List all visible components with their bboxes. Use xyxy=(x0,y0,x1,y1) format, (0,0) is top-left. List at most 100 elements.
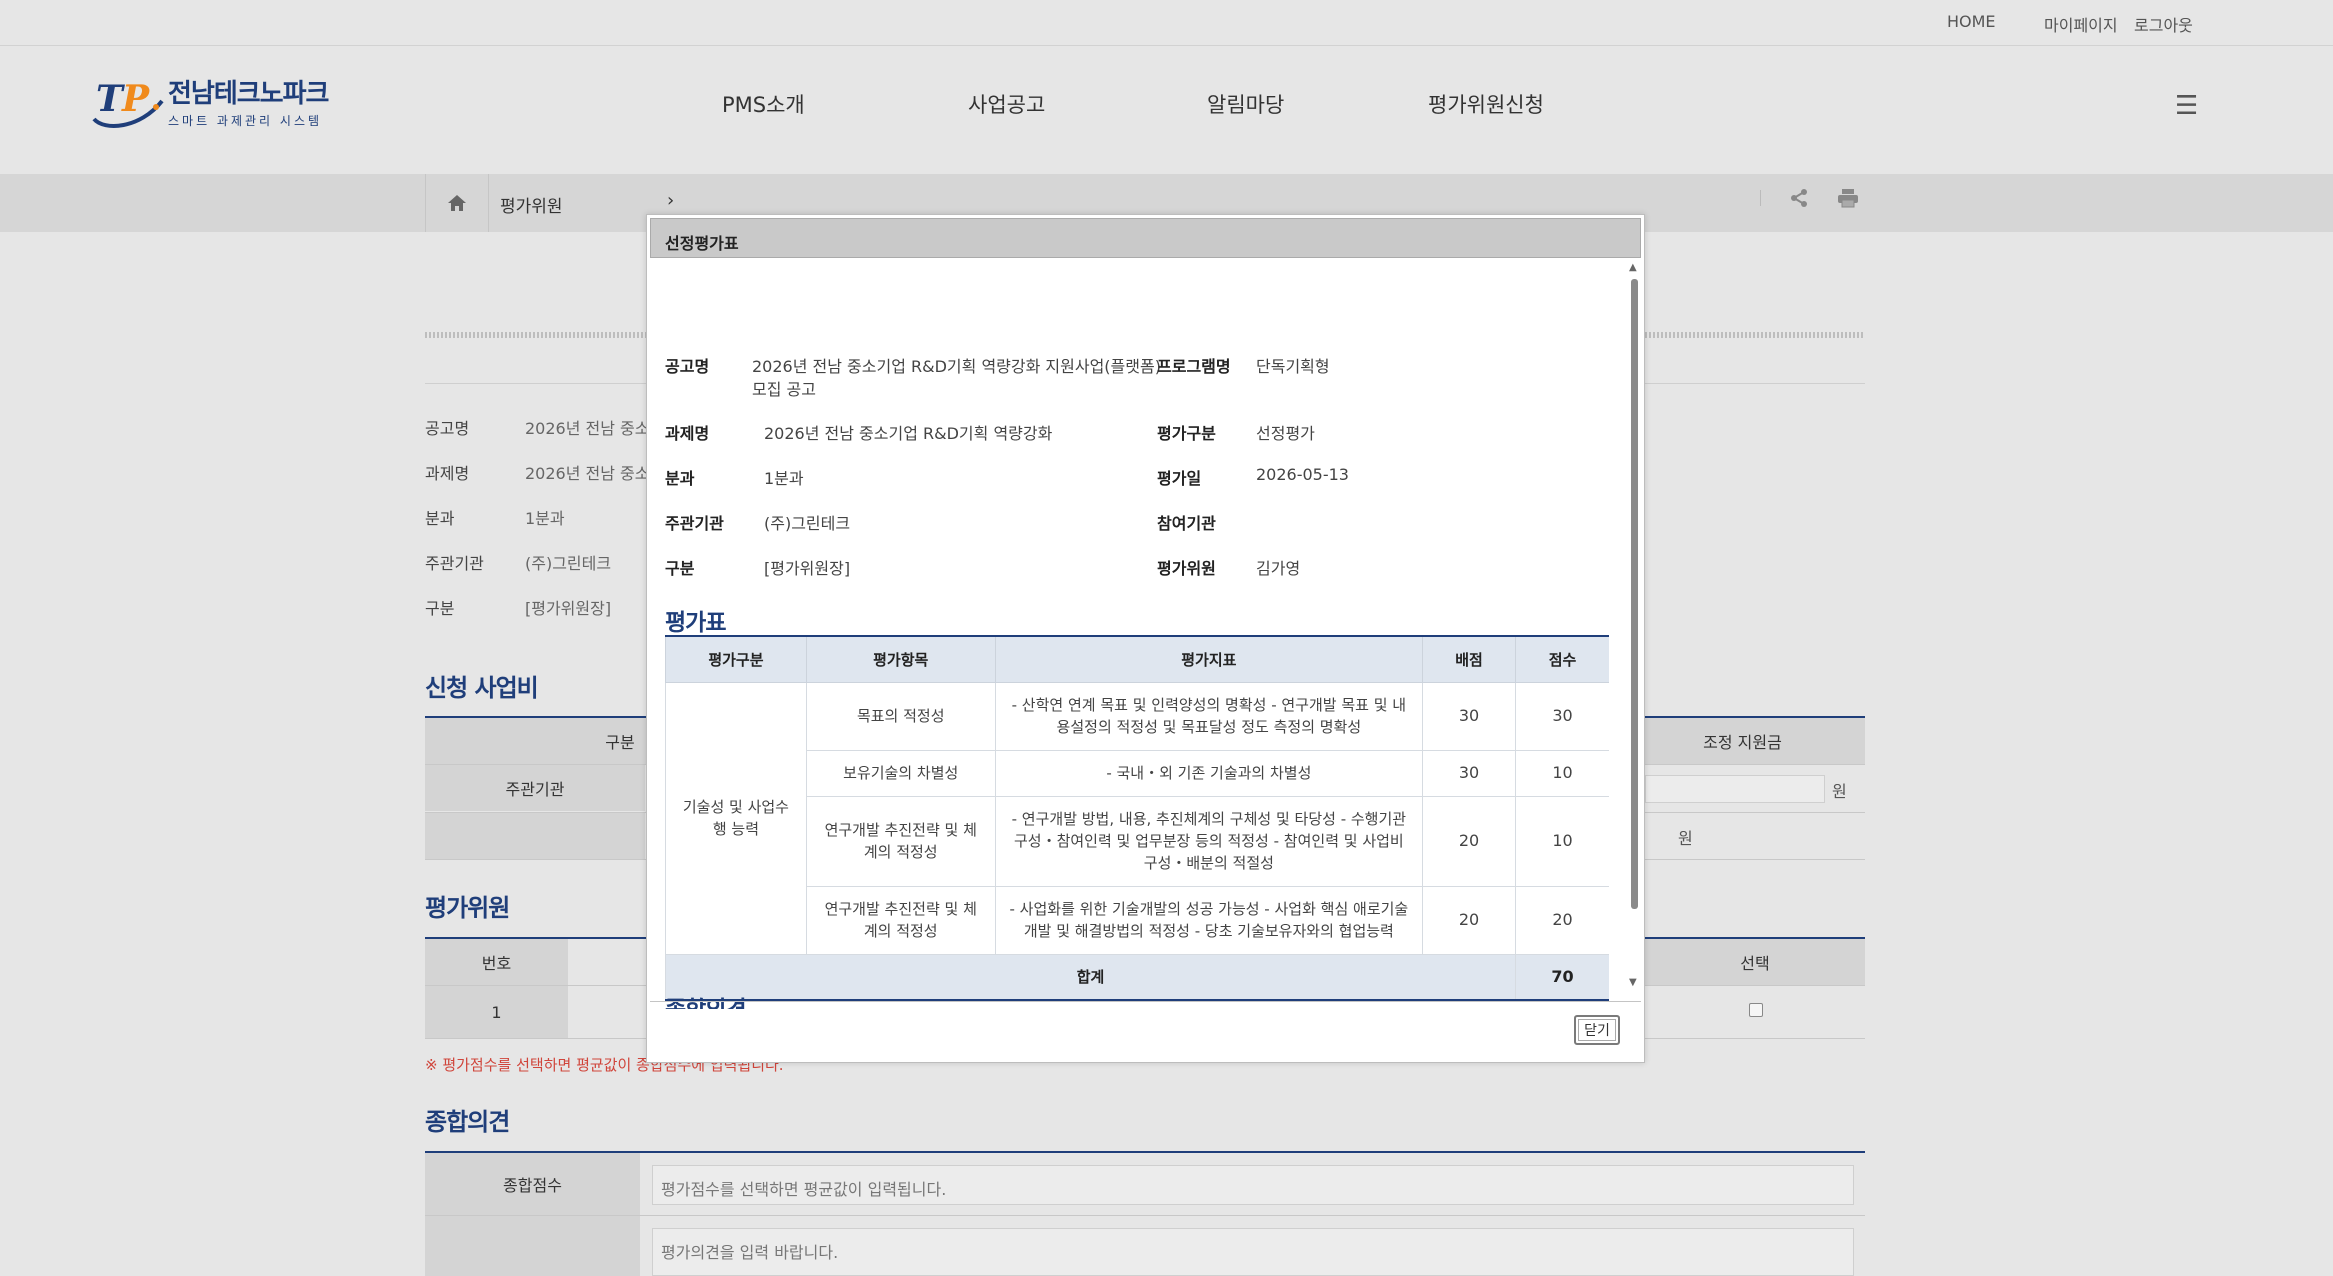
breadcrumb-current[interactable]: 평가위원 xyxy=(500,192,563,217)
close-button[interactable]: 닫기 xyxy=(1574,1015,1620,1045)
m-evaluator-label: 평가위원 xyxy=(1157,559,1216,578)
m-leadorg-label: 주관기관 xyxy=(665,514,724,533)
budget-head-adjusted: 조정 지원금 xyxy=(1620,718,1865,764)
th-eval-category: 평가구분 xyxy=(665,635,807,683)
home-link[interactable]: HOME xyxy=(1947,12,1996,31)
budget-row-total xyxy=(425,813,645,859)
score-cell[interactable]: 10 xyxy=(1515,749,1609,797)
table-row: 연구개발 추진전략 및 체계의 적정성 - 연구개발 방법, 내용, 추진체계의… xyxy=(666,795,1609,887)
adjusted-amount-input[interactable] xyxy=(1645,775,1825,803)
m-leadorg-value: (주)그린테크 xyxy=(764,514,851,533)
eval-indicator-cell: - 국내・외 기존 기술과의 차별성 xyxy=(994,749,1424,797)
scroll-up-arrow-icon[interactable]: ▲ xyxy=(1629,262,1637,273)
modal-body[interactable]: 공고명 2026년 전남 중소기업 R&D기획 역량강화 지원사업(플랫폼) 모… xyxy=(665,263,1609,1009)
committee-head-no: 번호 xyxy=(425,939,568,985)
m-evaldate-label: 평가일 xyxy=(1157,469,1202,488)
modal-scrollbar-thumb[interactable] xyxy=(1631,279,1638,909)
site-logo[interactable]: T P 전남테크노파크 스마트 과제관리 시스템 xyxy=(90,73,330,133)
evaluation-modal: 선정평가표 공고명 2026년 전남 중소기업 R&D기획 역량강화 지원사업(… xyxy=(646,214,1645,1063)
m-partner-label: 참여기관 xyxy=(1157,514,1216,533)
th-max-score: 배점 xyxy=(1422,635,1517,683)
nav-evaluator-apply[interactable]: 평가위원신청 xyxy=(1428,89,1544,119)
site-header: T P 전남테크노파크 스마트 과제관리 시스템 PMS소개 사업공고 알림마당… xyxy=(0,47,2333,174)
nav-business-notice[interactable]: 사업공고 xyxy=(968,89,1045,119)
m-project-value: 2026년 전남 중소기업 R&D기획 역량강화 xyxy=(764,424,1053,443)
m-project-label: 과제명 xyxy=(665,424,710,443)
opinion-label-cell xyxy=(425,1216,640,1276)
svg-text:T: T xyxy=(96,78,125,120)
max-score-cell: 30 xyxy=(1422,749,1517,797)
opinion-textarea[interactable]: 평가의견을 입력 바랍니다. xyxy=(652,1228,1854,1276)
logout-link[interactable]: 로그아웃 xyxy=(2134,12,2193,36)
th-score: 점수 xyxy=(1515,635,1609,683)
utility-bar: HOME 마이페이지 로그아웃 xyxy=(0,0,2333,46)
eval-category-cell: 기술성 및 사업수행 능력 xyxy=(665,681,807,955)
modal-title[interactable]: 선정평가표 xyxy=(650,218,1641,258)
opinion-section-title-partial: 종합의견 xyxy=(665,990,747,1009)
m-division-label: 분과 xyxy=(665,469,695,488)
table-sum-row: 합계 70 xyxy=(665,953,1609,1001)
logo-subtitle: 스마트 과제관리 시스템 xyxy=(168,114,323,128)
m-program-label: 프로그램명 xyxy=(1157,357,1231,376)
opinion-table-top xyxy=(425,1151,1865,1153)
eval-item-cell: 보유기술의 차별성 xyxy=(805,749,996,797)
max-score-cell: 30 xyxy=(1422,681,1517,751)
m-role-label: 구분 xyxy=(665,559,695,578)
eval-item-cell: 연구개발 추진전략 및 체계의 적정성 xyxy=(805,795,996,887)
committee-head-select: 선택 xyxy=(1645,939,1865,985)
m-notice-value-1: 2026년 전남 중소기업 R&D기획 역량강화 지원사업(플랫폼) xyxy=(752,357,1161,376)
svg-text:P: P xyxy=(121,78,150,120)
m-evaltype-label: 평가구분 xyxy=(1157,424,1216,443)
nav-notice-board[interactable]: 알림마당 xyxy=(1207,89,1284,119)
m-role-value: [평가위원장] xyxy=(764,559,851,578)
budget-row-lead-org: 주관기관 xyxy=(425,765,645,811)
committee-row-no: 1 xyxy=(425,986,568,1038)
m-evaltype-value: 선정평가 xyxy=(1256,424,1315,443)
m-program-value: 단독기획형 xyxy=(1256,357,1330,376)
breadcrumb-arrow[interactable]: › xyxy=(667,190,674,211)
max-score-cell: 20 xyxy=(1422,885,1517,955)
score-cell[interactable]: 10 xyxy=(1515,795,1609,887)
modal-footer-divider xyxy=(650,1001,1641,1002)
share-icon[interactable] xyxy=(1789,188,1809,208)
m-notice-label: 공고명 xyxy=(665,357,710,376)
committee-select-checkbox[interactable] xyxy=(1749,1003,1763,1017)
eval-indicator-cell: - 사업화를 위한 기술개발의 성공 가능성 - 사업화 핵심 애로기술 개발 … xyxy=(994,885,1424,955)
print-icon[interactable] xyxy=(1837,188,1859,208)
eval-indicator-cell: - 연구개발 방법, 내용, 추진체계의 구체성 및 타당성 - 수행기관 구성… xyxy=(994,795,1424,887)
table-row: 연구개발 추진전략 및 체계의 적정성 - 사업화를 위한 기술개발의 성공 가… xyxy=(666,885,1609,955)
eval-indicator-cell: - 산학연 연계 목표 및 인력양성의 명확성 - 연구개발 목표 및 내용설정… xyxy=(994,681,1424,751)
total-score-label: 종합점수 xyxy=(425,1153,640,1215)
th-eval-indicator: 평가지표 xyxy=(994,635,1424,683)
budget-section-title: 신청 사업비 xyxy=(425,674,539,702)
logo-name: 전남테크노파크 xyxy=(168,79,329,109)
hamburger-menu-icon[interactable]: ☰ xyxy=(2175,91,2198,121)
m-evaluator-value: 김가영 xyxy=(1256,559,1301,578)
tp-logo-icon: T P xyxy=(92,78,164,128)
breadcrumb-home[interactable] xyxy=(425,174,489,232)
table-row: 기술성 및 사업수행 능력 목표의 적정성 - 산학연 연계 목표 및 인력양성… xyxy=(665,681,1609,955)
evaluation-table: 평가구분 평가항목 평가지표 배점 점수 기술성 및 사업수행 능력 목표의 적… xyxy=(665,635,1609,1001)
committee-section-title: 평가위원 xyxy=(425,894,510,922)
score-cell[interactable]: 30 xyxy=(1515,681,1609,751)
tool-separator xyxy=(1760,190,1761,206)
nav-pms-intro[interactable]: PMS소개 xyxy=(722,89,805,119)
mypage-link[interactable]: 마이페이지 xyxy=(2044,12,2118,36)
budget-unit-2: 원 xyxy=(1678,829,1693,848)
eval-item-cell: 연구개발 추진전략 및 체계의 적정성 xyxy=(805,885,996,955)
m-notice-value-2: 모집 공고 xyxy=(752,380,816,399)
opinion-row-line xyxy=(425,1215,1865,1216)
sum-value-cell: 70 xyxy=(1515,953,1609,1001)
score-cell[interactable]: 20 xyxy=(1515,885,1609,955)
budget-unit-1: 원 xyxy=(1832,782,1847,801)
total-score-input[interactable]: 평가점수를 선택하면 평균값이 입력됩니다. xyxy=(652,1165,1854,1205)
scroll-down-arrow-icon[interactable]: ▼ xyxy=(1629,977,1637,988)
table-row: 보유기술의 차별성 - 국내・외 기존 기술과의 차별성 30 10 xyxy=(666,749,1609,797)
opinion-section-title: 종합의견 xyxy=(425,1108,510,1136)
max-score-cell: 20 xyxy=(1422,795,1517,887)
eval-item-cell: 목표의 적정성 xyxy=(805,681,996,751)
home-icon xyxy=(448,195,466,211)
sum-label-cell: 합계 xyxy=(665,953,1517,1001)
m-evaldate-value: 2026-05-13 xyxy=(1256,465,1349,484)
eval-table-title: 평가표 xyxy=(665,610,726,636)
